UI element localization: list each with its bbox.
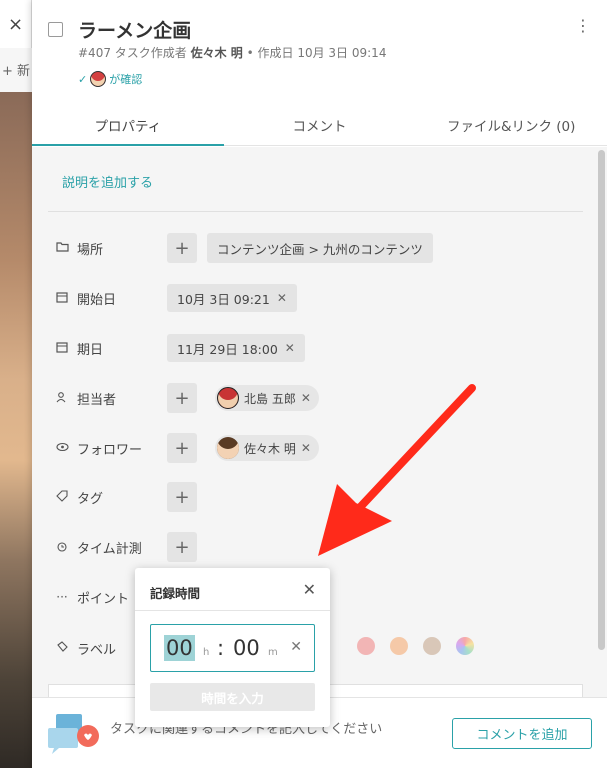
submit-time-button[interactable]: 時間を入力: [150, 683, 315, 711]
calendar-icon: [54, 341, 70, 356]
follower-label: フォロワー: [77, 442, 143, 458]
row-start-date: 開始日: [54, 283, 167, 313]
label-color-4[interactable]: [456, 637, 474, 655]
scrollbar[interactable]: [598, 150, 605, 650]
remove-follower-icon[interactable]: ✕: [301, 441, 311, 455]
task-complete-checkbox[interactable]: [48, 22, 63, 37]
remove-assignee-icon[interactable]: ✕: [301, 391, 311, 405]
start-date-value: 10月 3日 09:21: [177, 291, 270, 307]
label-color-3[interactable]: [423, 637, 441, 655]
add-location-button[interactable]: +: [167, 233, 197, 263]
follower-chip[interactable]: 佐々木 明 ✕: [215, 435, 319, 461]
label-color-1[interactable]: [357, 637, 375, 655]
time-tracking-label: タイム計測: [77, 541, 142, 557]
task-meta: #407 タスク作成者 佐々木 明 • 作成日 10月 3日 09:14: [78, 44, 386, 61]
add-comment-button[interactable]: コメントを追加: [452, 718, 592, 749]
row-assignee: 担当者: [54, 383, 167, 413]
add-tag-button[interactable]: +: [167, 482, 197, 512]
assignee-label: 担当者: [77, 392, 117, 408]
location-label: 場所: [77, 242, 104, 258]
label-color-options: [357, 637, 474, 655]
new-button[interactable]: + 新: [2, 60, 30, 79]
divider: [48, 211, 583, 212]
due-date-chip[interactable]: 11月 29日 18:00 ✕: [167, 334, 305, 362]
tag-label: タグ: [77, 491, 104, 507]
start-date-chip[interactable]: 10月 3日 09:21 ✕: [167, 284, 297, 312]
add-assignee-button[interactable]: +: [167, 383, 197, 413]
folder-icon: [54, 241, 70, 255]
comment-illustration-icon: [48, 714, 99, 754]
more-menu-icon[interactable]: ⋮: [575, 18, 591, 34]
add-time-button[interactable]: +: [167, 532, 197, 562]
calendar-icon: [54, 291, 70, 306]
task-meta-prefix: #407 タスク作成者: [78, 46, 187, 60]
assignee-name: 北島 五郎: [244, 391, 296, 406]
label-color-2[interactable]: [390, 637, 408, 655]
alarm-icon: [54, 540, 70, 555]
minutes-unit: m: [268, 647, 278, 658]
due-date-value: 11月 29日 18:00: [177, 341, 278, 357]
popup-title: 記録時間: [150, 586, 201, 601]
add-follower-button[interactable]: +: [167, 433, 197, 463]
eye-icon: [54, 441, 70, 455]
hours-input[interactable]: 00: [164, 635, 195, 661]
avatar: [217, 437, 239, 459]
minutes-input[interactable]: 00: [233, 635, 260, 661]
palette-icon: [54, 640, 70, 656]
tab-properties[interactable]: プロパティ: [32, 104, 224, 146]
row-follower: フォロワー: [54, 433, 167, 463]
avatar[interactable]: [90, 71, 107, 87]
close-icon[interactable]: ×: [0, 0, 32, 48]
tab-comments[interactable]: コメント: [224, 104, 416, 145]
tab-bar: プロパティ コメント ファイル&リンク (0): [32, 104, 607, 146]
time-separator: :: [217, 636, 225, 660]
check-icon: ✓: [78, 72, 88, 86]
row-time-tracking: タイム計測: [54, 532, 167, 562]
dots-icon: ···: [56, 590, 68, 604]
task-title[interactable]: ラーメン企画: [78, 16, 191, 43]
follower-name: 佐々木 明: [244, 441, 296, 456]
clear-time-icon[interactable]: ✕: [290, 639, 302, 655]
divider: [135, 610, 330, 611]
assignee-chip[interactable]: 北島 五郎 ✕: [215, 385, 319, 411]
clear-start-date-icon[interactable]: ✕: [277, 291, 287, 305]
row-location: 場所: [54, 233, 167, 263]
close-icon[interactable]: ✕: [303, 580, 316, 599]
location-chip[interactable]: コンテンツ企画 > 九州のコンテンツ: [207, 233, 433, 263]
row-due-date: 期日: [54, 333, 167, 363]
background-app: [0, 0, 32, 768]
task-author[interactable]: 佐々木 明: [191, 46, 243, 60]
clear-due-date-icon[interactable]: ✕: [285, 341, 295, 355]
confirmed-by: ✓ が確認: [78, 71, 142, 87]
start-date-label: 開始日: [77, 292, 117, 308]
location-value: コンテンツ企画 > 九州のコンテンツ: [217, 241, 423, 257]
time-input[interactable]: 00 h : 00 m ✕: [150, 624, 315, 672]
hours-unit: h: [203, 647, 210, 658]
row-tag: タグ: [54, 482, 167, 512]
tag-icon: [54, 489, 70, 505]
person-icon: [54, 391, 70, 406]
tab-files-links[interactable]: ファイル&リンク (0): [415, 104, 607, 145]
due-date-label: 期日: [77, 342, 104, 358]
add-description-link[interactable]: 説明を追加する: [62, 172, 153, 191]
task-created-date: • 作成日 10月 3日 09:14: [246, 46, 387, 60]
avatar: [217, 387, 239, 409]
confirmed-label: が確認: [109, 73, 143, 86]
time-record-popup: 記録時間 ✕ 00 h : 00 m ✕ 時間を入力: [135, 568, 330, 727]
